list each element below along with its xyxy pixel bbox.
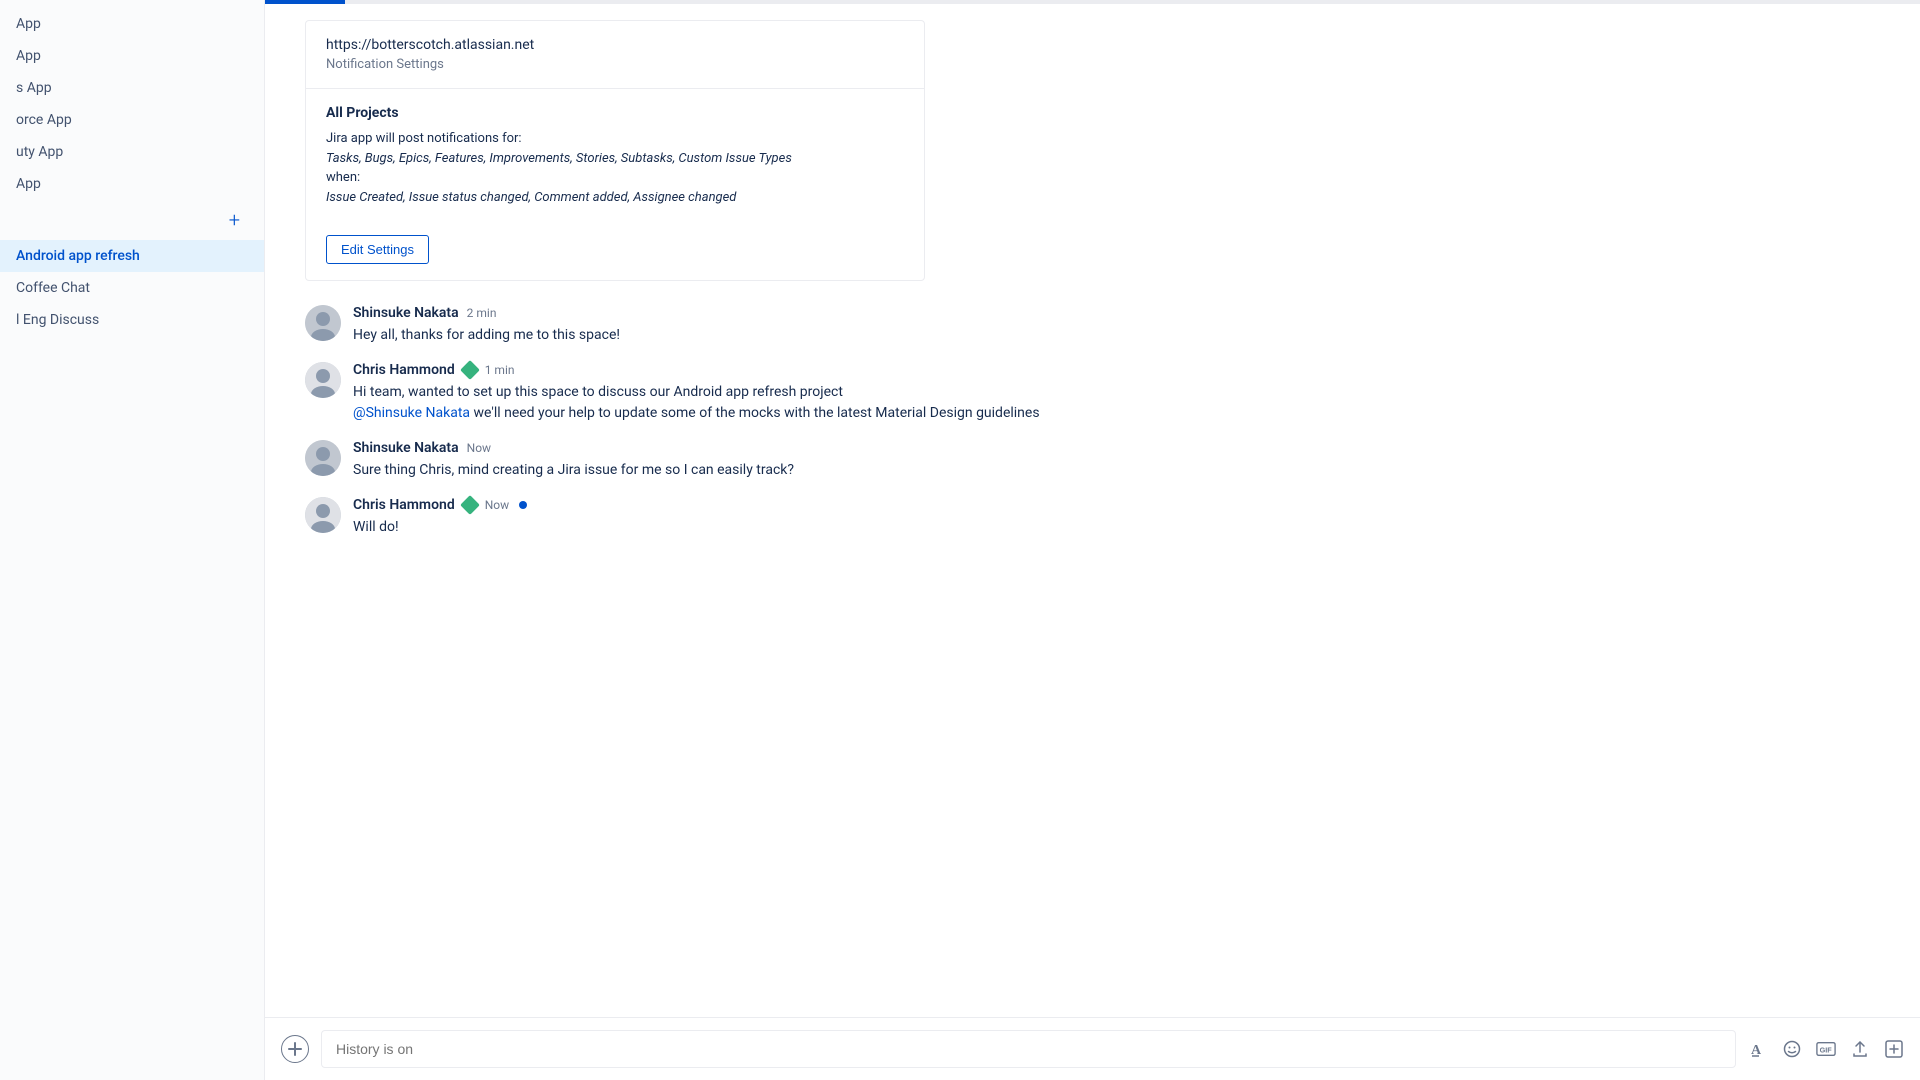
notifications-for-label: Jira app will post notifications for: bbox=[326, 131, 522, 146]
edit-settings-button[interactable]: Edit Settings bbox=[326, 235, 429, 264]
add-channel-button[interactable]: + bbox=[0, 200, 264, 240]
message-time-4: Now bbox=[485, 498, 509, 512]
top-progress-bar bbox=[265, 0, 1920, 4]
notification-card-footer: Edit Settings bbox=[306, 223, 924, 280]
diamond-icon-2 bbox=[460, 360, 480, 380]
sidebar-item-eng-discuss[interactable]: l Eng Discuss bbox=[0, 304, 264, 336]
message-text-2b: @Shinsuke Nakata we'll need your help to… bbox=[353, 403, 1880, 424]
notification-card-header: https://botterscotch.atlassian.net Notif… bbox=[306, 21, 924, 89]
message-author-1: Shinsuke Nakata bbox=[353, 305, 459, 321]
message-text-2: Hi team, wanted to set up this space to … bbox=[353, 382, 1880, 403]
sidebar-item-app2[interactable]: App bbox=[0, 40, 264, 72]
sidebar-item-coffee-chat[interactable]: Coffee Chat bbox=[0, 272, 264, 304]
main-content: https://botterscotch.atlassian.net Notif… bbox=[265, 0, 1920, 1080]
diamond-badge-4 bbox=[463, 498, 477, 512]
avatar-chris-1 bbox=[305, 362, 341, 398]
message-group-2: Chris Hammond 1 min Hi team, wanted to s… bbox=[305, 362, 1880, 424]
message-time-1: 2 min bbox=[467, 306, 497, 320]
upload-icon[interactable] bbox=[1850, 1039, 1870, 1059]
notification-card: https://botterscotch.atlassian.net Notif… bbox=[305, 20, 925, 281]
sidebar-item-app4[interactable]: orce App bbox=[0, 104, 264, 136]
toolbar-icons: A GIF bbox=[1748, 1039, 1904, 1059]
message-text-1: Hey all, thanks for adding me to this sp… bbox=[353, 325, 1880, 346]
message-text-4: Will do! bbox=[353, 517, 1880, 538]
message-author-3: Shinsuke Nakata bbox=[353, 440, 459, 456]
all-projects-label: All Projects bbox=[326, 105, 904, 121]
notification-description: Jira app will post notifications for: Ta… bbox=[326, 129, 904, 207]
message-text-3: Sure thing Chris, mind creating a Jira i… bbox=[353, 460, 1880, 481]
when-label: when: bbox=[326, 170, 360, 185]
sidebar-item-app5[interactable]: uty App bbox=[0, 136, 264, 168]
message-content-1: Shinsuke Nakata 2 min Hey all, thanks fo… bbox=[353, 305, 1880, 346]
more-options-icon[interactable] bbox=[1884, 1039, 1904, 1059]
message-input-area: A GIF bbox=[265, 1017, 1920, 1080]
sidebar: App App s App orce App uty App App + And… bbox=[0, 0, 265, 1080]
message-author-2: Chris Hammond bbox=[353, 362, 455, 378]
svg-text:GIF: GIF bbox=[1820, 1046, 1833, 1055]
online-indicator bbox=[519, 501, 527, 509]
message-author-4: Chris Hammond bbox=[353, 497, 455, 513]
message-content-3: Shinsuke Nakata Now Sure thing Chris, mi… bbox=[353, 440, 1880, 481]
message-time-2: 1 min bbox=[485, 363, 515, 377]
diamond-badge-2 bbox=[463, 363, 477, 377]
diamond-icon-4 bbox=[460, 495, 480, 515]
message-header-3: Shinsuke Nakata Now bbox=[353, 440, 1880, 456]
message-content-2: Chris Hammond 1 min Hi team, wanted to s… bbox=[353, 362, 1880, 424]
avatar-chris-2 bbox=[305, 497, 341, 533]
notification-card-body: All Projects Jira app will post notifica… bbox=[306, 89, 924, 223]
events: Issue Created, Issue status changed, Com… bbox=[326, 190, 736, 205]
message-group-1: Shinsuke Nakata 2 min Hey all, thanks fo… bbox=[305, 305, 1880, 346]
message-group-4: Chris Hammond Now Will do! bbox=[305, 497, 1880, 538]
message-time-3: Now bbox=[467, 441, 491, 455]
notification-url: https://botterscotch.atlassian.net bbox=[326, 37, 904, 53]
message-input[interactable] bbox=[321, 1030, 1736, 1068]
sidebar-item-android-app-refresh[interactable]: Android app refresh bbox=[0, 240, 264, 272]
message-content-4: Chris Hammond Now Will do! bbox=[353, 497, 1880, 538]
emoji-icon[interactable] bbox=[1782, 1039, 1802, 1059]
message-group-3: Shinsuke Nakata Now Sure thing Chris, mi… bbox=[305, 440, 1880, 481]
message-header-4: Chris Hammond Now bbox=[353, 497, 1880, 513]
issue-types: Tasks, Bugs, Epics, Features, Improvemen… bbox=[326, 151, 792, 166]
avatar-shinsuke-1 bbox=[305, 305, 341, 341]
gif-icon[interactable]: GIF bbox=[1816, 1039, 1836, 1059]
add-attachment-button[interactable] bbox=[281, 1035, 309, 1063]
sidebar-item-app6[interactable]: App bbox=[0, 168, 264, 200]
message-header-1: Shinsuke Nakata 2 min bbox=[353, 305, 1880, 321]
notification-subtitle: Notification Settings bbox=[326, 57, 904, 72]
mention-shinsuke[interactable]: @Shinsuke Nakata bbox=[353, 405, 470, 421]
progress-indicator bbox=[265, 0, 345, 4]
message-header-2: Chris Hammond 1 min bbox=[353, 362, 1880, 378]
sidebar-item-app1[interactable]: App bbox=[0, 8, 264, 40]
sidebar-item-app3[interactable]: s App bbox=[0, 72, 264, 104]
text-format-icon[interactable]: A bbox=[1748, 1039, 1768, 1059]
chat-area: https://botterscotch.atlassian.net Notif… bbox=[265, 4, 1920, 1017]
avatar-shinsuke-2 bbox=[305, 440, 341, 476]
